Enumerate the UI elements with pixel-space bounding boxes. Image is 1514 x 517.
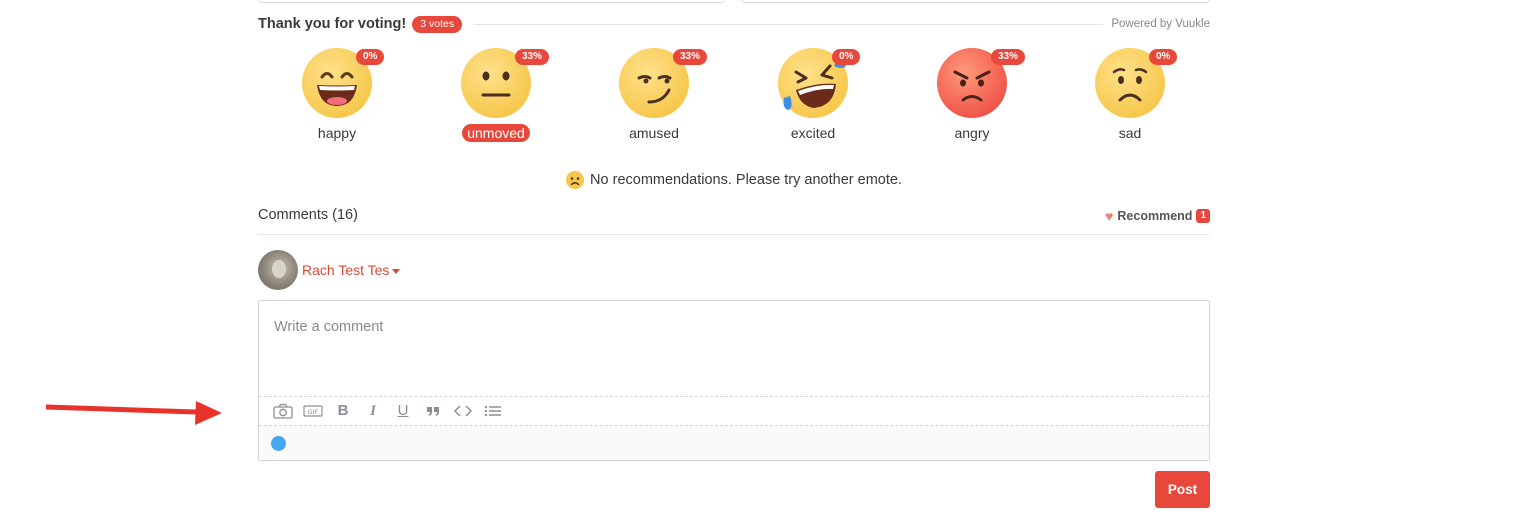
list-icon[interactable]	[483, 401, 503, 421]
svg-text:GIF: GIF	[308, 408, 319, 416]
user-name: Rach Test Tes	[302, 262, 390, 278]
emote-angry[interactable]: 33% angry	[922, 46, 1026, 146]
emote-percent: 33%	[673, 49, 708, 65]
recommend-button[interactable]: ♥ Recommend 1	[1105, 208, 1210, 224]
emote-sad[interactable]: 0% sad	[1080, 46, 1180, 146]
comment-input[interactable]	[259, 301, 1209, 396]
emote-label: amused	[629, 125, 679, 141]
emote-label: excited	[790, 125, 836, 141]
top-input-right[interactable]	[741, 0, 1210, 3]
emote-unmoved[interactable]: 33% unmoved	[446, 46, 550, 146]
avatar[interactable]	[258, 250, 298, 290]
user-menu-toggle[interactable]: Rach Test Tes	[302, 262, 401, 278]
post-button[interactable]: Post	[1155, 471, 1210, 508]
emote-label: angry	[954, 125, 990, 141]
comment-editor: GIF B I U	[258, 300, 1210, 461]
code-icon[interactable]	[453, 401, 473, 421]
caret-down-icon	[392, 268, 401, 274]
top-input-fields	[258, 0, 1210, 3]
status-dot	[271, 436, 286, 451]
emote-label: sad	[1118, 125, 1142, 141]
recommend-label: Recommend	[1117, 209, 1193, 223]
emote-percent: 33%	[515, 49, 550, 65]
emote-list: 0% happy 33% unmoved 33% amused 0% excit…	[258, 46, 1210, 146]
current-user: Rach Test Tes	[258, 250, 401, 290]
emote-percent: 0%	[356, 49, 385, 65]
frowning-face-icon	[566, 171, 585, 189]
top-input-left[interactable]	[258, 0, 725, 3]
formatting-toolbar: GIF B I U	[259, 396, 1209, 426]
emote-percent: 0%	[1149, 49, 1178, 65]
votes-count-badge: 3 votes	[412, 15, 463, 33]
emote-label: happy	[317, 125, 357, 141]
bold-icon[interactable]: B	[333, 401, 353, 421]
underline-icon[interactable]: U	[393, 401, 413, 421]
emote-happy[interactable]: 0% happy	[287, 46, 387, 146]
gif-icon[interactable]: GIF	[303, 401, 323, 421]
heart-icon: ♥	[1105, 208, 1114, 224]
emote-label: unmoved	[462, 124, 530, 142]
vote-header: Thank you for voting! 3 votes Powered by…	[258, 14, 1210, 34]
comments-bar: Comments (16) ♥ Recommend 1	[258, 205, 1210, 235]
emote-excited[interactable]: 0% excited	[763, 46, 863, 146]
comments-count: Comments (16)	[258, 207, 358, 223]
header-divider	[474, 23, 1104, 25]
powered-by-link[interactable]: Powered by Vuukle	[1111, 18, 1210, 30]
emote-percent: 0%	[832, 49, 861, 65]
vote-title: Thank you for voting!	[258, 16, 407, 32]
italic-icon[interactable]: I	[363, 401, 383, 421]
annotation-arrow-icon	[46, 401, 222, 425]
emote-percent: 33%	[991, 49, 1026, 65]
camera-icon[interactable]	[273, 401, 293, 421]
emote-amused[interactable]: 33% amused	[604, 46, 708, 146]
editor-status-row	[259, 426, 1209, 460]
recommend-count-badge: 1	[1196, 209, 1210, 223]
quote-icon[interactable]	[423, 401, 443, 421]
no-recommendations-notice: No recommendations. Please try another e…	[258, 170, 1210, 190]
no-recommendations-message: No recommendations. Please try another e…	[590, 172, 902, 188]
